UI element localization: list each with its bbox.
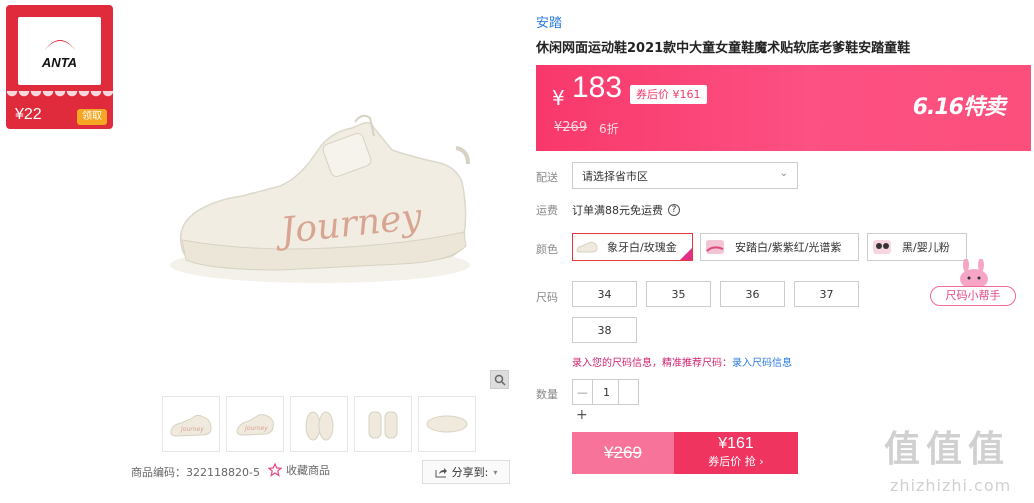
region-select[interactable]: 请选择省市区 ⌄	[572, 162, 798, 189]
color-option-black-pink[interactable]: 黑/婴儿粉	[867, 233, 967, 261]
color-option-white-purple[interactable]: 安踏白/紫紫红/光谱紫	[700, 233, 859, 261]
claim-coupon-button[interactable]: 领取	[77, 109, 107, 125]
original-price: ¥269	[554, 120, 588, 135]
help-icon[interactable]: ?	[668, 204, 680, 216]
quantity-increment-button[interactable]: +	[576, 407, 588, 423]
anta-logo-mark	[43, 39, 76, 51]
size-hint: 录入您的尺码信息，精准推荐尺码：录入尺码信息	[572, 354, 792, 369]
size-hint-text: 录入您的尺码信息，精准推荐尺码：	[572, 358, 732, 369]
thumbnail-top-view[interactable]	[418, 396, 476, 452]
rabbit-mascot-icon	[960, 259, 988, 289]
quantity-spacer	[618, 380, 638, 404]
thumbnail-front-view[interactable]	[290, 396, 348, 452]
star-icon	[268, 463, 282, 477]
swatch-thumbnail	[868, 234, 896, 260]
favorite-label: 收藏商品	[286, 464, 330, 477]
size-option-36[interactable]: 36	[720, 281, 785, 307]
shipping-text: 订单满88元免运费	[572, 204, 663, 217]
thumbnail-angle-view[interactable]: Journey	[226, 396, 284, 452]
favorite-button[interactable]: 收藏商品	[268, 462, 330, 478]
swatch-thumbnail	[701, 234, 729, 260]
region-select-value: 请选择省市区	[582, 169, 648, 183]
thumbnail-strip: Journey Journey	[162, 396, 476, 452]
shipping-label: 运费	[536, 204, 558, 217]
thumbnail-side-view[interactable]: Journey	[162, 396, 220, 452]
buy-original-button[interactable]: ¥269	[572, 432, 674, 474]
discount-label: 6折	[599, 122, 619, 136]
size-helper-label: 尺码小帮手	[930, 286, 1016, 306]
coupon-price: ¥22	[15, 106, 42, 123]
coupon-action-label: 券后价 抢 ›	[708, 455, 764, 468]
size-option-37[interactable]: 37	[794, 281, 859, 307]
product-code-value: 322118820-5	[186, 465, 260, 479]
size-label: 尺码	[536, 291, 558, 304]
anta-logo: ANTA	[18, 17, 101, 85]
share-icon	[435, 467, 447, 477]
color-option-label: 象牙白/玫瑰金	[607, 241, 677, 254]
product-code: 商品编码： 322118820-5	[131, 464, 260, 480]
watermark-url: zhizhizhi.com	[890, 476, 1012, 495]
color-option-label: 黑/婴儿粉	[902, 241, 950, 254]
svg-text:Journey: Journey	[180, 426, 204, 433]
color-label: 颜色	[536, 243, 558, 256]
chevron-down-icon: ⌄	[779, 168, 788, 179]
share-label: 分享到:	[451, 466, 489, 479]
size-hint-link[interactable]: 录入尺码信息	[732, 358, 792, 369]
price-banner: ¥ 183 券后价 ¥161 ¥269 6折 6.16特卖	[536, 65, 1031, 151]
swatch-thumbnail	[573, 234, 601, 260]
watermark-chars: 值值值	[884, 429, 1011, 470]
zoom-icon[interactable]	[490, 370, 509, 389]
coupon-divider	[6, 91, 113, 103]
after-coupon-badge: 券后价 ¥161	[630, 85, 707, 104]
site-watermark: 值值值 zhizhizhi.com	[884, 420, 1034, 503]
currency-symbol: ¥	[552, 86, 565, 110]
quantity-stepper[interactable]: — 1	[572, 379, 639, 405]
logo-text: ANTA	[41, 54, 78, 70]
shoe-image: Journey	[170, 114, 470, 283]
quantity-label: 数量	[536, 388, 558, 401]
color-option-label: 安踏白/紫紫红/光谱紫	[735, 241, 842, 254]
share-button[interactable]: 分享到: ▾	[422, 460, 510, 484]
product-main-image[interactable]: Journey	[130, 0, 515, 393]
brand-link[interactable]: 安踏	[536, 12, 562, 31]
quantity-input[interactable]: 1	[593, 380, 618, 404]
size-option-38[interactable]: 38	[572, 317, 637, 343]
buy-with-coupon-button[interactable]: ¥161 券后价 抢 ›	[674, 432, 798, 474]
size-option-35[interactable]: 35	[646, 281, 711, 307]
chevron-down-icon: ▾	[493, 467, 498, 477]
coupon-price-label: ¥161	[718, 435, 754, 452]
product-code-label: 商品编码：	[131, 466, 186, 479]
promo-logo: 6.16特卖	[912, 95, 1006, 120]
shipping-info: 订单满88元免运费 ?	[572, 202, 680, 218]
product-title: 休闲网面运动鞋2021款中大童女童鞋魔术贴软底老爹鞋安踏童鞋	[536, 41, 911, 56]
svg-text:Journey: Journey	[244, 425, 268, 432]
color-option-ivory[interactable]: 象牙白/玫瑰金	[572, 233, 693, 261]
quantity-decrement-button[interactable]: —	[573, 380, 593, 404]
size-option-34[interactable]: 34	[572, 281, 637, 307]
coupon-card[interactable]: ANTA ¥22 领取	[6, 5, 113, 129]
delivery-label: 配送	[536, 171, 558, 184]
thumbnail-back-view[interactable]	[354, 396, 412, 452]
current-price: 183	[572, 71, 623, 104]
selected-check-icon	[680, 248, 692, 260]
size-helper[interactable]: 尺码小帮手	[930, 259, 1016, 307]
